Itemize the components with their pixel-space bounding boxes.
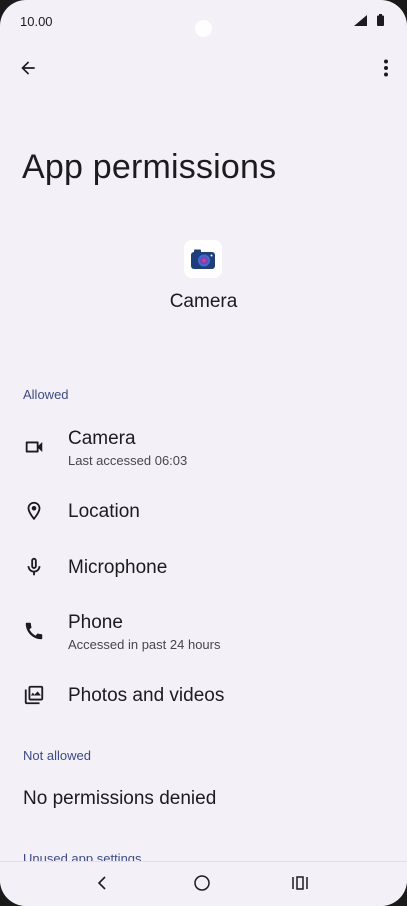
permission-label: Phone — [68, 612, 123, 633]
no-permissions-denied-text: No permissions denied — [23, 788, 217, 809]
permission-item-photos-videos[interactable]: Photos and videos — [0, 668, 407, 724]
photos-icon — [22, 683, 46, 707]
permission-item-microphone[interactable]: Microphone — [0, 540, 407, 596]
more-options-button[interactable] — [372, 48, 400, 88]
permission-label: Location — [68, 501, 140, 522]
navigation-bar — [0, 861, 407, 906]
battery-icon — [377, 14, 384, 26]
permission-label: Photos and videos — [68, 685, 225, 706]
permission-item-location[interactable]: Location — [0, 484, 407, 540]
status-time: 10.00 — [20, 14, 53, 29]
more-vert-icon — [384, 59, 388, 77]
section-header-not-allowed: Not allowed — [23, 748, 91, 763]
permission-sublabel: Accessed in past 24 hours — [68, 637, 221, 652]
nav-back-button[interactable] — [80, 868, 124, 898]
nav-home-icon — [194, 875, 210, 891]
permission-sublabel: Last accessed 06:03 — [68, 453, 188, 468]
permission-label: Microphone — [68, 557, 168, 578]
microphone-icon — [22, 555, 46, 579]
phone-icon — [22, 619, 46, 643]
nav-home-button[interactable] — [180, 868, 224, 898]
videocam-icon — [22, 435, 46, 459]
section-header-allowed: Allowed — [23, 387, 69, 402]
signal-icon — [354, 15, 367, 26]
arrow-back-icon — [21, 61, 35, 75]
permission-label: Camera — [68, 428, 136, 449]
location-pin-icon — [22, 499, 46, 523]
phone-screen: 10.00 App permissions Camera Allowed Cam… — [0, 0, 407, 906]
nav-back-icon — [97, 876, 106, 890]
back-button[interactable] — [10, 48, 46, 88]
page-title: App permissions — [22, 148, 277, 186]
status-bar: 10.00 — [0, 0, 407, 42]
nav-recents-button[interactable] — [278, 868, 322, 898]
front-camera-cutout — [195, 20, 212, 37]
camera-app-icon — [184, 240, 222, 278]
top-app-bar — [0, 48, 407, 88]
permission-item-phone[interactable]: Phone Accessed in past 24 hours — [0, 604, 407, 660]
permission-item-camera[interactable]: Camera Last accessed 06:03 — [0, 420, 407, 476]
app-name: Camera — [169, 291, 238, 312]
nav-recents-icon — [292, 876, 308, 890]
